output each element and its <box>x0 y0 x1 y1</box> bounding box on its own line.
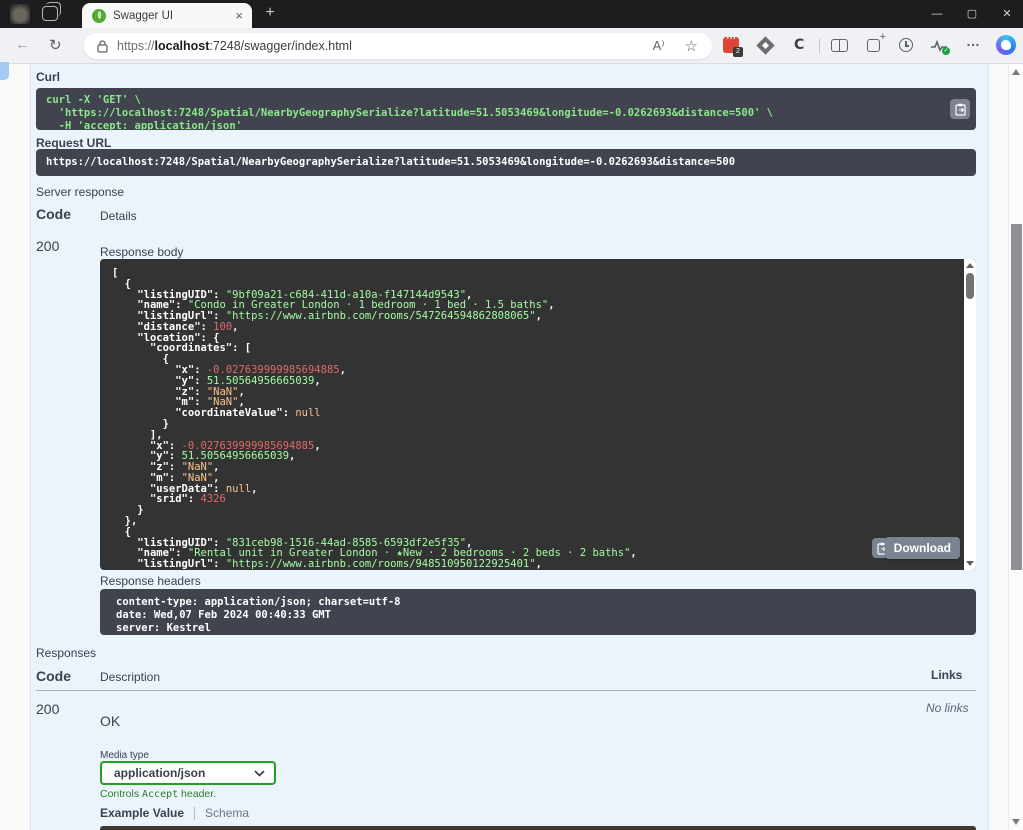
page-scroll-up-icon[interactable] <box>1012 69 1020 75</box>
url-text: https://localhost:7248/swagger/index.htm… <box>117 39 352 53</box>
back-button-icon[interactable]: ← <box>15 36 30 53</box>
responses-description-header: Description <box>100 670 160 684</box>
responses-code-header: Code <box>36 668 71 684</box>
response-headers-block: content-type: application/json; charset=… <box>100 589 976 635</box>
tab-close-icon[interactable]: × <box>235 8 243 23</box>
history-icon[interactable] <box>899 37 913 52</box>
address-bar[interactable]: https://localhost:7248/swagger/index.htm… <box>84 33 712 59</box>
scroll-down-icon[interactable] <box>966 561 974 566</box>
curl-command-text: curl -X 'GET' \ 'https://localhost:7248/… <box>46 94 966 133</box>
tab-separator <box>194 807 195 820</box>
curl-label: Curl <box>36 70 60 84</box>
chevron-down-icon <box>254 770 265 777</box>
clipboard-icon <box>955 103 966 116</box>
request-url-block: https://localhost:7248/Spatial/NearbyGeo… <box>36 149 976 176</box>
response-body-label: Response body <box>100 245 183 259</box>
response-scroll-thumb[interactable] <box>966 273 974 299</box>
request-url-value: https://localhost:7248/Spatial/NearbyGeo… <box>46 156 966 169</box>
responses-label: Responses <box>36 646 96 660</box>
page-scroll-thumb[interactable] <box>1011 224 1022 570</box>
scroll-up-icon[interactable] <box>966 263 974 268</box>
server-response-label: Server response <box>36 185 124 199</box>
favorite-star-icon[interactable]: ☆ <box>685 37 698 55</box>
collections-icon[interactable] <box>867 37 880 52</box>
response-body-scrollbar[interactable] <box>964 259 976 570</box>
browser-profile-icon[interactable] <box>10 4 30 24</box>
media-type-select[interactable]: application/json <box>100 761 276 785</box>
response-headers-label: Response headers <box>100 574 201 588</box>
example-block-top-edge <box>100 826 976 830</box>
page-scrollbar[interactable] <box>1008 64 1023 830</box>
swagger-page: Curl curl -X 'GET' \ 'https://localhost:… <box>0 64 1023 830</box>
split-screen-icon[interactable] <box>831 37 848 52</box>
media-type-value: application/json <box>114 766 205 780</box>
page-scroll-down-icon[interactable] <box>1012 819 1020 825</box>
controls-accept-note: Controls Accept header. <box>100 788 216 800</box>
copy-curl-button[interactable] <box>950 99 970 119</box>
tab-schema[interactable]: Schema <box>205 806 249 820</box>
responses-divider <box>36 690 976 691</box>
window-maximize-button[interactable]: ▢ <box>955 0 989 28</box>
window-minimize-button[interactable]: — <box>920 0 954 28</box>
extension-red-icon[interactable]: 2 <box>723 37 739 53</box>
more-menu-icon[interactable]: … <box>966 33 981 51</box>
extension-badge: 2 <box>733 47 743 57</box>
new-tab-button[interactable]: + <box>260 4 280 22</box>
request-url-label: Request URL <box>36 136 111 150</box>
workspaces-icon[interactable] <box>42 6 58 21</box>
copilot-icon[interactable] <box>996 37 1016 55</box>
browser-toolbar: ← ↻ https://localhost:7248/swagger/index… <box>0 28 1023 64</box>
lock-icon <box>97 40 108 53</box>
server-response-details-header: Details <box>100 209 137 223</box>
media-type-label: Media type <box>100 750 149 761</box>
extension-diamond-icon[interactable] <box>759 37 772 52</box>
curl-command-block[interactable]: curl -X 'GET' \ 'https://localhost:7248/… <box>36 88 976 130</box>
window-close-button[interactable]: ✕ <box>990 0 1023 28</box>
tab-title: Swagger UI <box>113 10 235 22</box>
responses-links-header: Links <box>931 668 962 682</box>
download-button[interactable]: Download <box>885 537 960 559</box>
responses-description-value: OK <box>100 713 120 729</box>
response-body-json: [ { "listingUID": "9bf09a21-c684-411d-a1… <box>112 268 964 570</box>
page-edge-artifact <box>0 62 9 80</box>
browser-titlebar: { } Swagger UI × + — ▢ ✕ <box>0 0 1023 28</box>
response-body-block[interactable]: [ { "listingUID": "9bf09a21-c684-411d-a1… <box>100 259 976 570</box>
refresh-button-icon[interactable]: ↻ <box>49 36 62 54</box>
read-aloud-icon[interactable]: A⁾ <box>653 38 665 54</box>
response-headers-text: content-type: application/json; charset=… <box>116 596 960 635</box>
responses-links-value: No links <box>926 701 969 715</box>
example-schema-tabs: Example Value Schema <box>100 806 249 820</box>
browser-tab[interactable]: { } Swagger UI × <box>82 3 252 28</box>
browser-essentials-icon[interactable]: ✓ <box>930 37 948 53</box>
swagger-favicon-icon: { } <box>92 9 106 23</box>
extension-c-icon[interactable]: C <box>794 36 804 54</box>
responses-code-value: 200 <box>36 701 59 717</box>
toolbar-divider <box>819 39 820 53</box>
tab-example-value[interactable]: Example Value <box>100 806 184 820</box>
server-response-code-value: 200 <box>36 238 59 254</box>
server-response-code-header: Code <box>36 206 71 222</box>
